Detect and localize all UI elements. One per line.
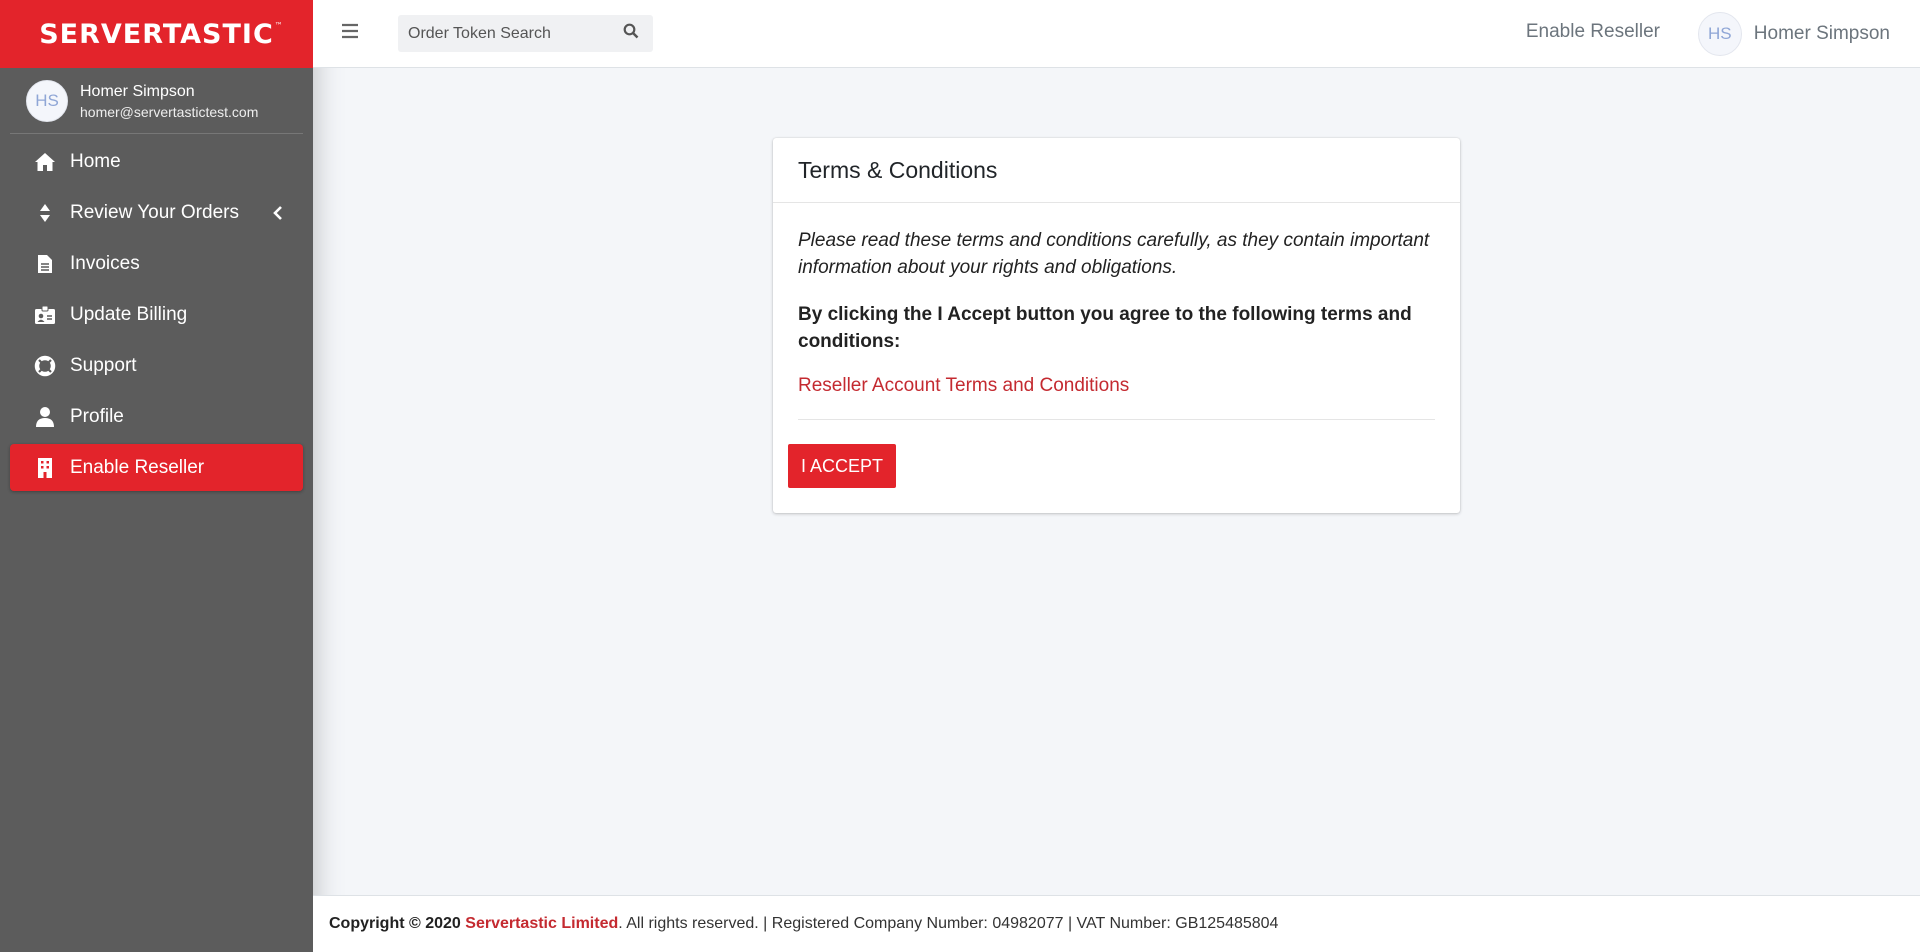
sidebar-item-label: Review Your Orders bbox=[70, 201, 239, 223]
order-token-search bbox=[398, 15, 653, 52]
id-card-icon bbox=[34, 304, 56, 326]
user-name: Homer Simpson bbox=[1753, 23, 1890, 44]
footer: Copyright © 2020 Servertastic Limited. A… bbox=[313, 895, 1920, 952]
user-panel: HS Homer Simpson homer@servertastictest.… bbox=[10, 68, 303, 134]
chevron-left-icon[interactable] bbox=[273, 204, 283, 226]
search-icon bbox=[623, 23, 639, 44]
sidebar-item-label: Update Billing bbox=[70, 303, 188, 325]
terms-card: Terms & Conditions Please read these ter… bbox=[773, 138, 1460, 513]
top-navbar: Enable Reseller HS Homer Simpson bbox=[313, 0, 1920, 68]
footer-legal-text: . All rights reserved. | Registered Comp… bbox=[618, 915, 1279, 932]
life-ring-icon bbox=[34, 355, 56, 377]
sidebar-nav: Home Review Your Orders Invoices Update … bbox=[0, 134, 313, 499]
card-body: Please read these terms and conditions c… bbox=[773, 203, 1460, 420]
user-menu[interactable]: HS Homer Simpson bbox=[1697, 12, 1890, 56]
terms-link[interactable]: Reseller Account Terms and Conditions bbox=[798, 375, 1435, 397]
hamburger-menu-icon[interactable] bbox=[341, 22, 359, 40]
sidebar: SERVERTASTIC ™ HS Homer Simpson homer@ser… bbox=[0, 0, 313, 952]
enable-reseller-link[interactable]: Enable Reseller bbox=[1526, 21, 1660, 43]
avatar: HS bbox=[1697, 12, 1742, 56]
user-icon bbox=[34, 406, 56, 428]
user-email: homer@servertastictest.com bbox=[80, 103, 259, 120]
sidebar-item-review-orders[interactable]: Review Your Orders bbox=[10, 189, 303, 236]
sidebar-item-profile[interactable]: Profile bbox=[10, 393, 303, 440]
sidebar-item-home[interactable]: Home bbox=[10, 138, 303, 185]
sidebar-item-label: Home bbox=[70, 150, 121, 172]
company-link[interactable]: Servertastic Limited bbox=[465, 915, 618, 933]
sidebar-item-support[interactable]: Support bbox=[10, 342, 303, 389]
brand-logo[interactable]: SERVERTASTIC ™ bbox=[0, 0, 313, 68]
search-input[interactable] bbox=[398, 24, 613, 43]
user-name[interactable]: Homer Simpson bbox=[80, 81, 258, 103]
sidebar-item-update-billing[interactable]: Update Billing bbox=[10, 291, 303, 338]
sidebar-item-label: Invoices bbox=[70, 252, 140, 274]
copyright-text: Copyright © 2020 bbox=[329, 915, 461, 932]
building-icon bbox=[34, 457, 56, 479]
home-icon bbox=[34, 151, 56, 173]
terms-intro: Please read these terms and conditions c… bbox=[798, 230, 1430, 278]
divider bbox=[798, 419, 1435, 420]
brand-name: SERVERTASTIC bbox=[39, 18, 274, 50]
sidebar-item-label: Support bbox=[70, 354, 137, 376]
card-title: Terms & Conditions bbox=[798, 156, 998, 183]
sidebar-item-enable-reseller[interactable]: Enable Reseller bbox=[10, 444, 303, 491]
accept-button[interactable]: I ACCEPT bbox=[788, 444, 896, 488]
sort-icon bbox=[34, 202, 56, 224]
trademark-symbol: ™ bbox=[274, 20, 284, 30]
sidebar-item-label: Profile bbox=[70, 405, 124, 427]
search-button[interactable] bbox=[613, 15, 649, 52]
file-icon bbox=[34, 253, 56, 275]
terms-agreement-text: By clicking the I Accept button you agre… bbox=[798, 304, 1412, 352]
avatar[interactable]: HS bbox=[26, 79, 68, 122]
sidebar-item-label: Enable Reseller bbox=[70, 456, 205, 478]
card-header: Terms & Conditions bbox=[773, 138, 1460, 203]
sidebar-item-invoices[interactable]: Invoices bbox=[10, 240, 303, 287]
